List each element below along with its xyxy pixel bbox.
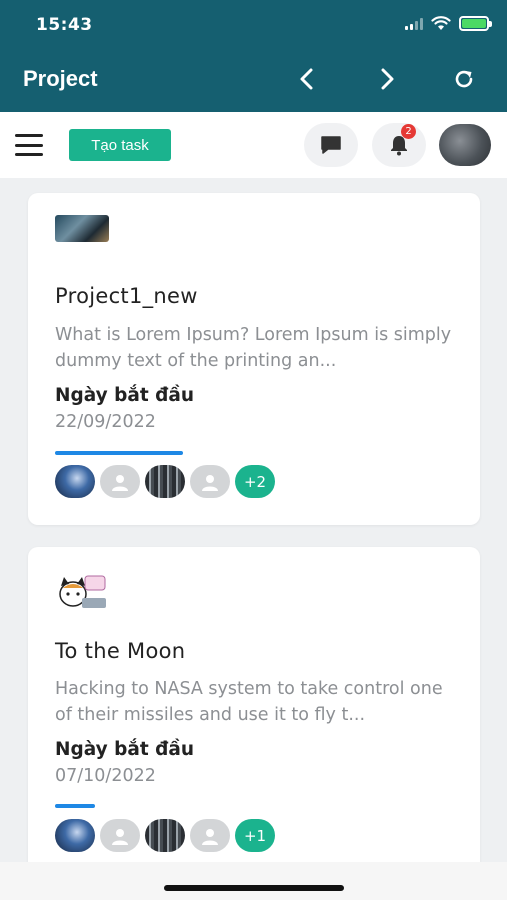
person-icon <box>112 474 128 491</box>
project-thumbnail <box>55 215 109 242</box>
more-members-count[interactable]: +2 <box>235 465 275 498</box>
signal-icon <box>405 17 423 30</box>
start-date: 22/09/2022 <box>55 412 156 432</box>
back-button[interactable] <box>291 64 321 94</box>
forward-button[interactable] <box>373 64 403 94</box>
project-description: What is Lorem Ipsum? Lorem Ipsum is simp… <box>55 325 452 371</box>
project-title: To the Moon <box>55 639 186 663</box>
app-header: 15:43 Project <box>0 0 507 112</box>
member-avatar[interactable] <box>55 465 95 498</box>
member-list: +1 <box>55 819 280 852</box>
progress-bar <box>55 451 183 455</box>
project-thumbnail <box>55 572 109 612</box>
refresh-button[interactable] <box>449 64 479 94</box>
project-description: Hacking to NASA system to take control o… <box>55 679 443 725</box>
person-icon <box>112 828 128 845</box>
member-avatar[interactable] <box>55 819 95 852</box>
project-card[interactable]: To the Moon Hacking to NASA system to ta… <box>28 547 480 887</box>
progress-bar <box>55 804 95 808</box>
status-icons <box>405 16 492 31</box>
notification-badge: 2 <box>401 124 416 139</box>
bottom-bar <box>0 862 507 900</box>
page-title: Project <box>23 66 98 91</box>
start-date-label: Ngày bắt đầu <box>55 739 195 760</box>
person-icon <box>202 474 218 491</box>
more-members-count[interactable]: +1 <box>235 819 275 852</box>
chevron-right-icon <box>381 68 394 90</box>
home-indicator[interactable] <box>164 885 344 891</box>
project-title: Project1_new <box>55 284 198 308</box>
start-date: 07/10/2022 <box>55 766 156 786</box>
chat-icon <box>321 136 341 154</box>
wifi-icon <box>431 16 451 30</box>
member-avatar[interactable] <box>100 465 140 498</box>
battery-icon <box>459 16 492 31</box>
member-avatar[interactable] <box>145 465 185 498</box>
member-avatar[interactable] <box>100 819 140 852</box>
status-time: 15:43 <box>36 15 93 35</box>
notification-button[interactable]: 2 <box>372 123 426 167</box>
start-date-label: Ngày bắt đầu <box>55 385 195 406</box>
menu-button[interactable] <box>15 134 43 156</box>
create-task-button[interactable]: Tạo task <box>69 129 171 161</box>
member-avatar[interactable] <box>190 465 230 498</box>
user-avatar[interactable] <box>439 124 491 166</box>
project-card[interactable]: Project1_new What is Lorem Ipsum? Lorem … <box>28 193 480 525</box>
member-list: +2 <box>55 465 280 498</box>
refresh-icon <box>455 70 473 88</box>
member-avatar[interactable] <box>190 819 230 852</box>
chat-button[interactable] <box>304 123 358 167</box>
toolbar: Tạo task 2 <box>0 112 507 178</box>
person-icon <box>202 828 218 845</box>
chevron-left-icon <box>300 68 313 90</box>
member-avatar[interactable] <box>145 819 185 852</box>
